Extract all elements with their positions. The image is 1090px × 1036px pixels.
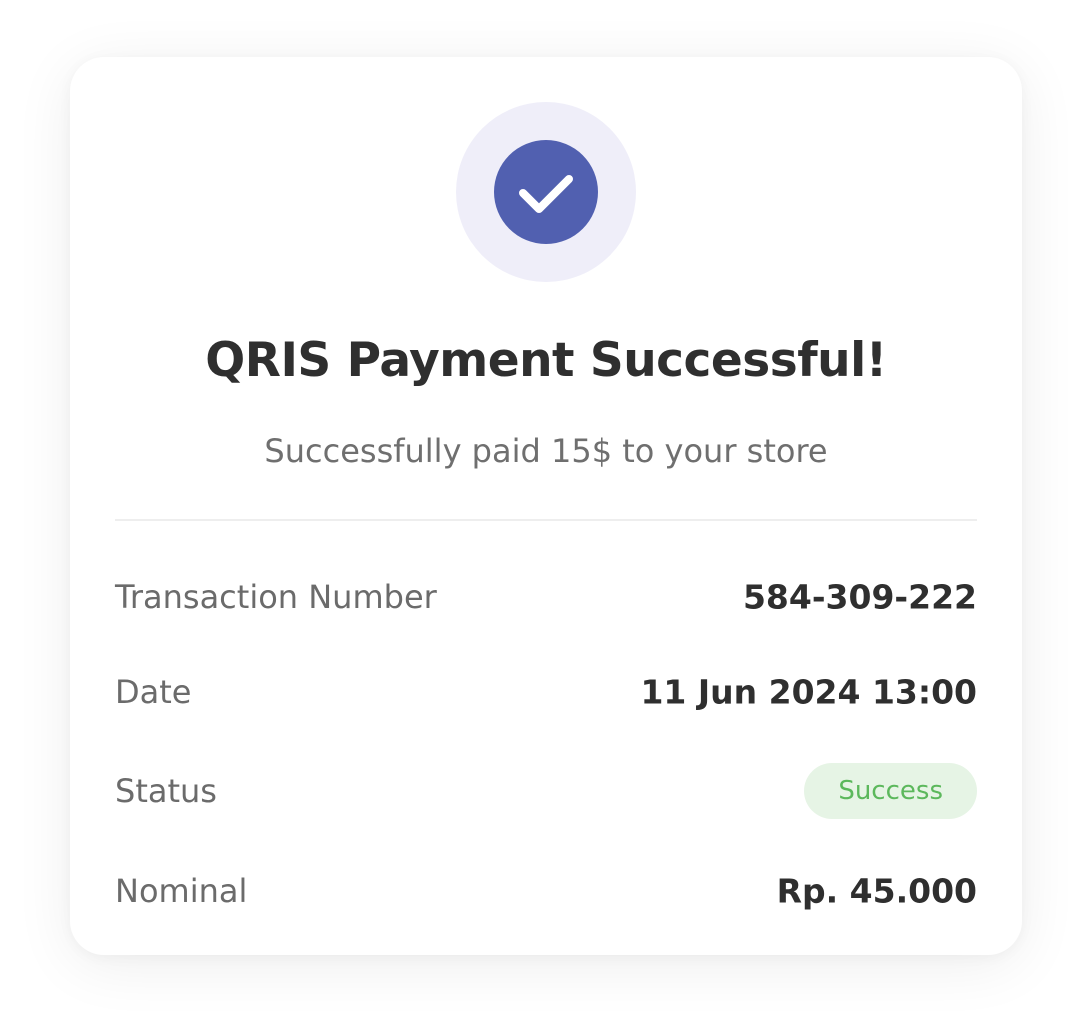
page-subtitle: Successfully paid 15$ to your store — [264, 432, 828, 470]
check-icon — [519, 175, 573, 213]
detail-row-nominal: Nominal Rp. 45.000 — [115, 861, 977, 921]
detail-label: Date — [115, 673, 192, 711]
success-icon-circle — [494, 140, 598, 244]
payment-success-card: QRIS Payment Successful! Successfully pa… — [70, 57, 1022, 955]
detail-row-status: Status Success — [115, 761, 977, 821]
detail-row-date: Date 11 Jun 2024 13:00 — [115, 662, 977, 722]
detail-row-transaction-number: Transaction Number 584-309-222 — [115, 567, 977, 627]
detail-label: Nominal — [115, 872, 248, 910]
page-title: QRIS Payment Successful! — [205, 333, 887, 388]
status-badge: Success — [804, 763, 977, 819]
detail-label: Transaction Number — [115, 578, 437, 616]
detail-label: Status — [115, 772, 217, 810]
success-icon-ring — [456, 102, 636, 282]
divider — [115, 519, 977, 521]
nominal-value: Rp. 45.000 — [776, 871, 977, 911]
date-value: 11 Jun 2024 13:00 — [640, 672, 977, 712]
transaction-number-value: 584-309-222 — [742, 577, 977, 617]
